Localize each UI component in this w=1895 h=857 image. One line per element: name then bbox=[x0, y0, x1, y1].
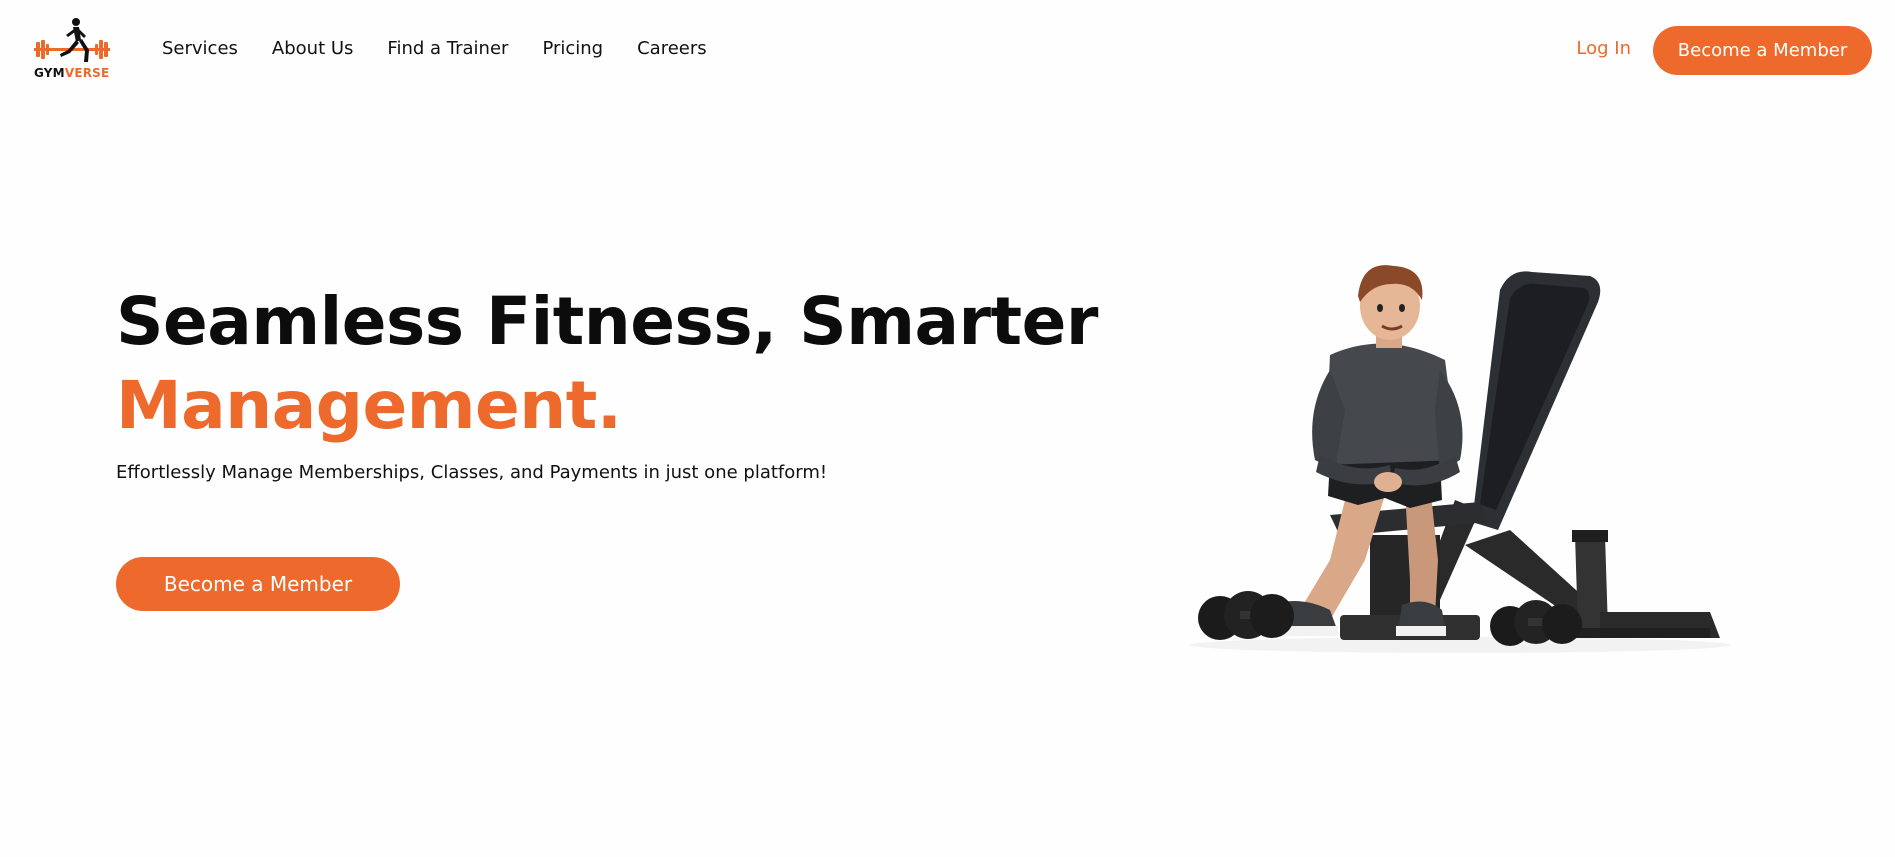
logo-text-gym: GYM bbox=[34, 66, 65, 80]
nav-link-about-us[interactable]: About Us bbox=[272, 38, 354, 59]
nav-link-services[interactable]: Services bbox=[162, 38, 238, 59]
become-member-hero-button[interactable]: Become a Member bbox=[116, 557, 400, 611]
nav-link-pricing[interactable]: Pricing bbox=[542, 38, 603, 59]
logo-text-verse: VERSE bbox=[64, 66, 110, 80]
hero-subtitle: Effortlessly Manage Memberships, Classes… bbox=[116, 462, 828, 483]
hero-title: Seamless Fitness, Smarter Management. bbox=[116, 280, 1098, 448]
login-link[interactable]: Log In bbox=[1576, 38, 1631, 59]
runner-with-barbell-icon bbox=[34, 18, 110, 62]
become-member-header-button[interactable]: Become a Member bbox=[1653, 26, 1872, 75]
man-on-weight-bench-illustration bbox=[1190, 265, 1730, 653]
nav-link-careers[interactable]: Careers bbox=[637, 38, 707, 59]
logo-wordmark: GYMVERSE bbox=[34, 66, 109, 80]
main-nav: Services About Us Find a Trainer Pricing… bbox=[162, 38, 707, 59]
hero-title-line1: Seamless Fitness, Smarter bbox=[116, 283, 1098, 360]
nav-link-find-a-trainer[interactable]: Find a Trainer bbox=[387, 38, 508, 59]
hero-title-line2: Management. bbox=[116, 367, 622, 444]
site-header: GYMVERSE Services About Us Find a Traine… bbox=[0, 0, 1895, 100]
landing-page: GYMVERSE Services About Us Find a Traine… bbox=[0, 0, 1895, 857]
gymverse-logo[interactable]: GYMVERSE bbox=[32, 16, 112, 82]
